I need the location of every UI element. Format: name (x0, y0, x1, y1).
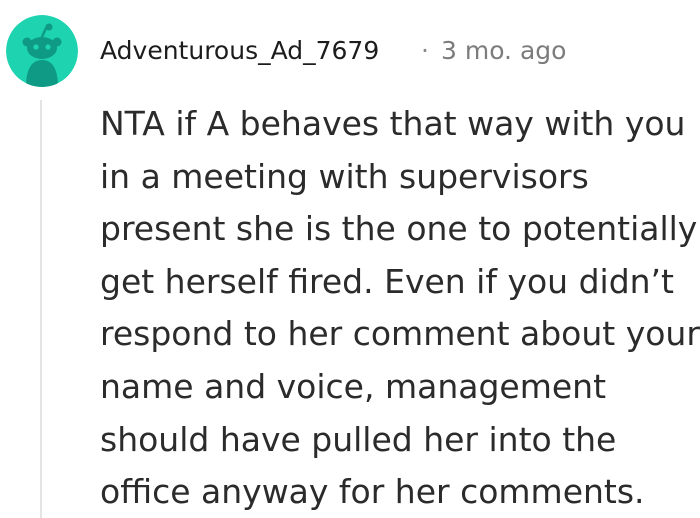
comment-body: NTA if A behaves that way with you in a … (100, 98, 700, 518)
comment-body-line: office anyway for her comments. (100, 472, 645, 512)
comment-body-line: in a meeting with supervisors (100, 156, 589, 196)
snoo-avatar-icon (6, 15, 78, 87)
comment-body-line: should have pulled her into the (100, 419, 617, 459)
comment-timestamp[interactable]: 3 mo. ago (441, 33, 566, 69)
comment-body-line: respond to her comment about your (100, 314, 700, 354)
comment-body-line: get herself fired. Even if you didn’t (100, 261, 674, 301)
comment: Adventurous_Ad_7679 · 3 mo. ago NTA if A… (0, 0, 700, 518)
user-avatar[interactable] (6, 15, 78, 87)
comment-username[interactable]: Adventurous_Ad_7679 (100, 33, 379, 69)
comment-body-line: name and voice, management (100, 366, 607, 406)
comment-body-line: present she is the one to potentially (100, 209, 698, 249)
thread-collapse-line[interactable] (40, 100, 42, 518)
comment-body-line: NTA if A behaves that way with you (100, 104, 686, 143)
meta-separator: · (421, 36, 429, 65)
